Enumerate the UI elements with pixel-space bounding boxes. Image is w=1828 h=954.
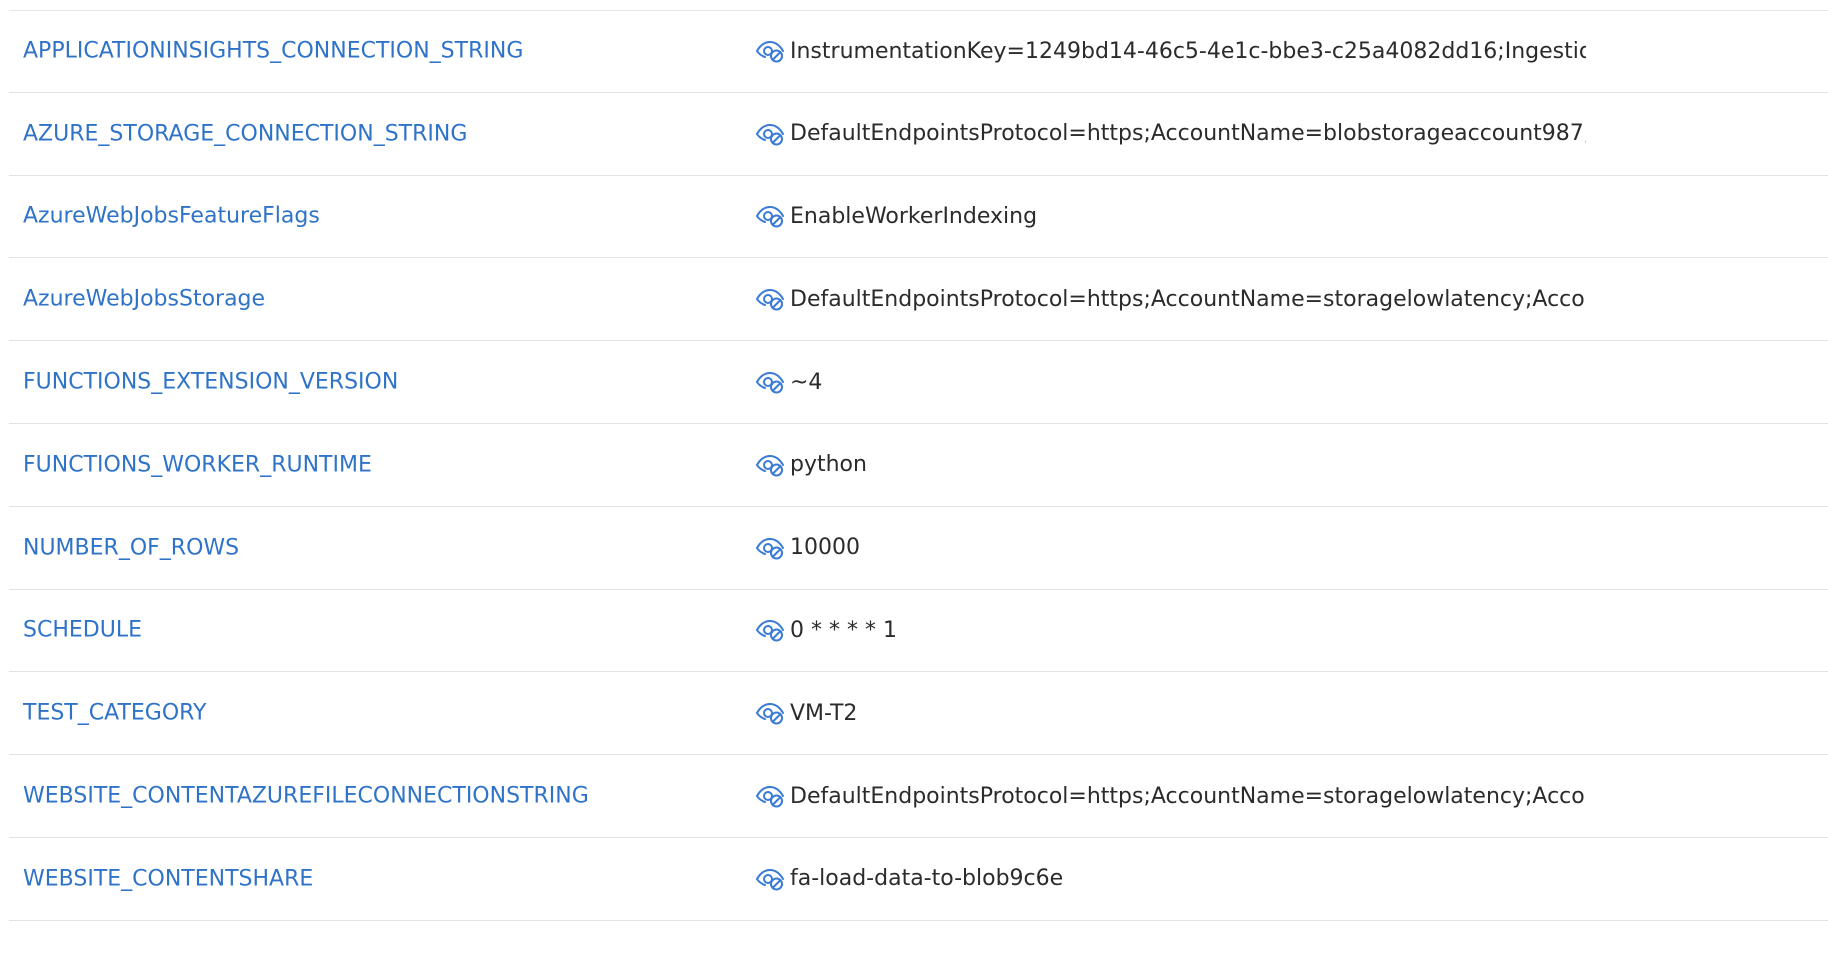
setting-value-cell: DefaultEndpointsProtocol=https;AccountNa… [754, 286, 1586, 312]
setting-value-text: DefaultEndpointsProtocol=https;AccountNa… [790, 783, 1586, 809]
setting-value-cell: 10000 [754, 535, 1586, 561]
setting-name-link[interactable]: AzureWebJobsFeatureFlags [23, 204, 320, 229]
table-row: AZURE_STORAGE_CONNECTION_STRING DefaultE… [9, 93, 1828, 176]
setting-value-cell: DefaultEndpointsProtocol=https;AccountNa… [754, 121, 1586, 147]
setting-value-text: EnableWorkerIndexing [790, 203, 1038, 229]
setting-name-link[interactable]: FUNCTIONS_EXTENSION_VERSION [23, 370, 398, 395]
setting-name-link[interactable]: NUMBER_OF_ROWS [23, 535, 239, 560]
setting-value-text: ~4 [790, 369, 823, 395]
table-row: AzureWebJobsFeatureFlags EnableWorkerInd… [9, 176, 1828, 259]
table-row: WEBSITE_CONTENTSHARE fa-load-data-to-blo… [9, 838, 1828, 921]
setting-name-link[interactable]: AZURE_STORAGE_CONNECTION_STRING [23, 121, 467, 146]
setting-name-link[interactable]: TEST_CATEGORY [23, 701, 206, 726]
setting-name-link[interactable]: AzureWebJobsStorage [23, 287, 265, 312]
eye-reveal-icon[interactable] [754, 369, 786, 395]
eye-reveal-icon[interactable] [754, 203, 786, 229]
setting-value-cell: InstrumentationKey=1249bd14-46c5-4e1c-bb… [754, 38, 1586, 64]
setting-value-cell: ~4 [754, 369, 1586, 395]
setting-value-text: DefaultEndpointsProtocol=https;AccountNa… [790, 121, 1586, 147]
eye-reveal-icon[interactable] [754, 38, 786, 64]
table-row: APPLICATIONINSIGHTS_CONNECTION_STRING In… [9, 10, 1828, 93]
setting-value-cell: python [754, 452, 1586, 478]
setting-value-text: InstrumentationKey=1249bd14-46c5-4e1c-bb… [790, 38, 1586, 64]
eye-reveal-icon[interactable] [754, 617, 786, 643]
table-row: AzureWebJobsStorage DefaultEndpointsProt… [9, 258, 1828, 342]
table-row: FUNCTIONS_WORKER_RUNTIME python [9, 424, 1828, 507]
table-row: SCHEDULE 0 * * * * 1 [9, 590, 1828, 673]
setting-value-cell: EnableWorkerIndexing [754, 203, 1586, 229]
setting-value-cell: 0 * * * * 1 [754, 617, 1586, 643]
setting-value-text: 10000 [790, 535, 860, 561]
table-row: FUNCTIONS_EXTENSION_VERSION ~4 [9, 341, 1828, 424]
table-row: WEBSITE_CONTENTAZUREFILECONNECTIONSTRING… [9, 755, 1828, 838]
setting-value-cell: DefaultEndpointsProtocol=https;AccountNa… [754, 783, 1586, 809]
eye-reveal-icon[interactable] [754, 535, 786, 561]
setting-name-link[interactable]: SCHEDULE [23, 618, 142, 643]
setting-value-cell: VM-T2 [754, 700, 1586, 726]
eye-reveal-icon[interactable] [754, 286, 786, 312]
eye-reveal-icon[interactable] [754, 783, 786, 809]
table-row: NUMBER_OF_ROWS 10000 [9, 507, 1828, 590]
setting-value-text: 0 * * * * 1 [790, 617, 897, 643]
setting-name-link[interactable]: WEBSITE_CONTENTSHARE [23, 866, 313, 891]
setting-name-link[interactable]: FUNCTIONS_WORKER_RUNTIME [23, 452, 372, 477]
setting-value-text: fa-load-data-to-blob9c6e [790, 866, 1064, 892]
setting-value-text: python [790, 452, 867, 478]
eye-reveal-icon[interactable] [754, 866, 786, 892]
setting-value-text: DefaultEndpointsProtocol=https;AccountNa… [790, 286, 1586, 312]
setting-name-link[interactable]: WEBSITE_CONTENTAZUREFILECONNECTIONSTRING [23, 784, 589, 809]
setting-value-text: VM-T2 [790, 700, 858, 726]
eye-reveal-icon[interactable] [754, 700, 786, 726]
app-settings-table: APPLICATIONINSIGHTS_CONNECTION_STRING In… [9, 10, 1828, 921]
setting-value-cell: fa-load-data-to-blob9c6e [754, 866, 1586, 892]
setting-name-link[interactable]: APPLICATIONINSIGHTS_CONNECTION_STRING [23, 39, 523, 64]
eye-reveal-icon[interactable] [754, 121, 786, 147]
eye-reveal-icon[interactable] [754, 452, 786, 478]
table-row: TEST_CATEGORY VM-T2 [9, 672, 1828, 756]
